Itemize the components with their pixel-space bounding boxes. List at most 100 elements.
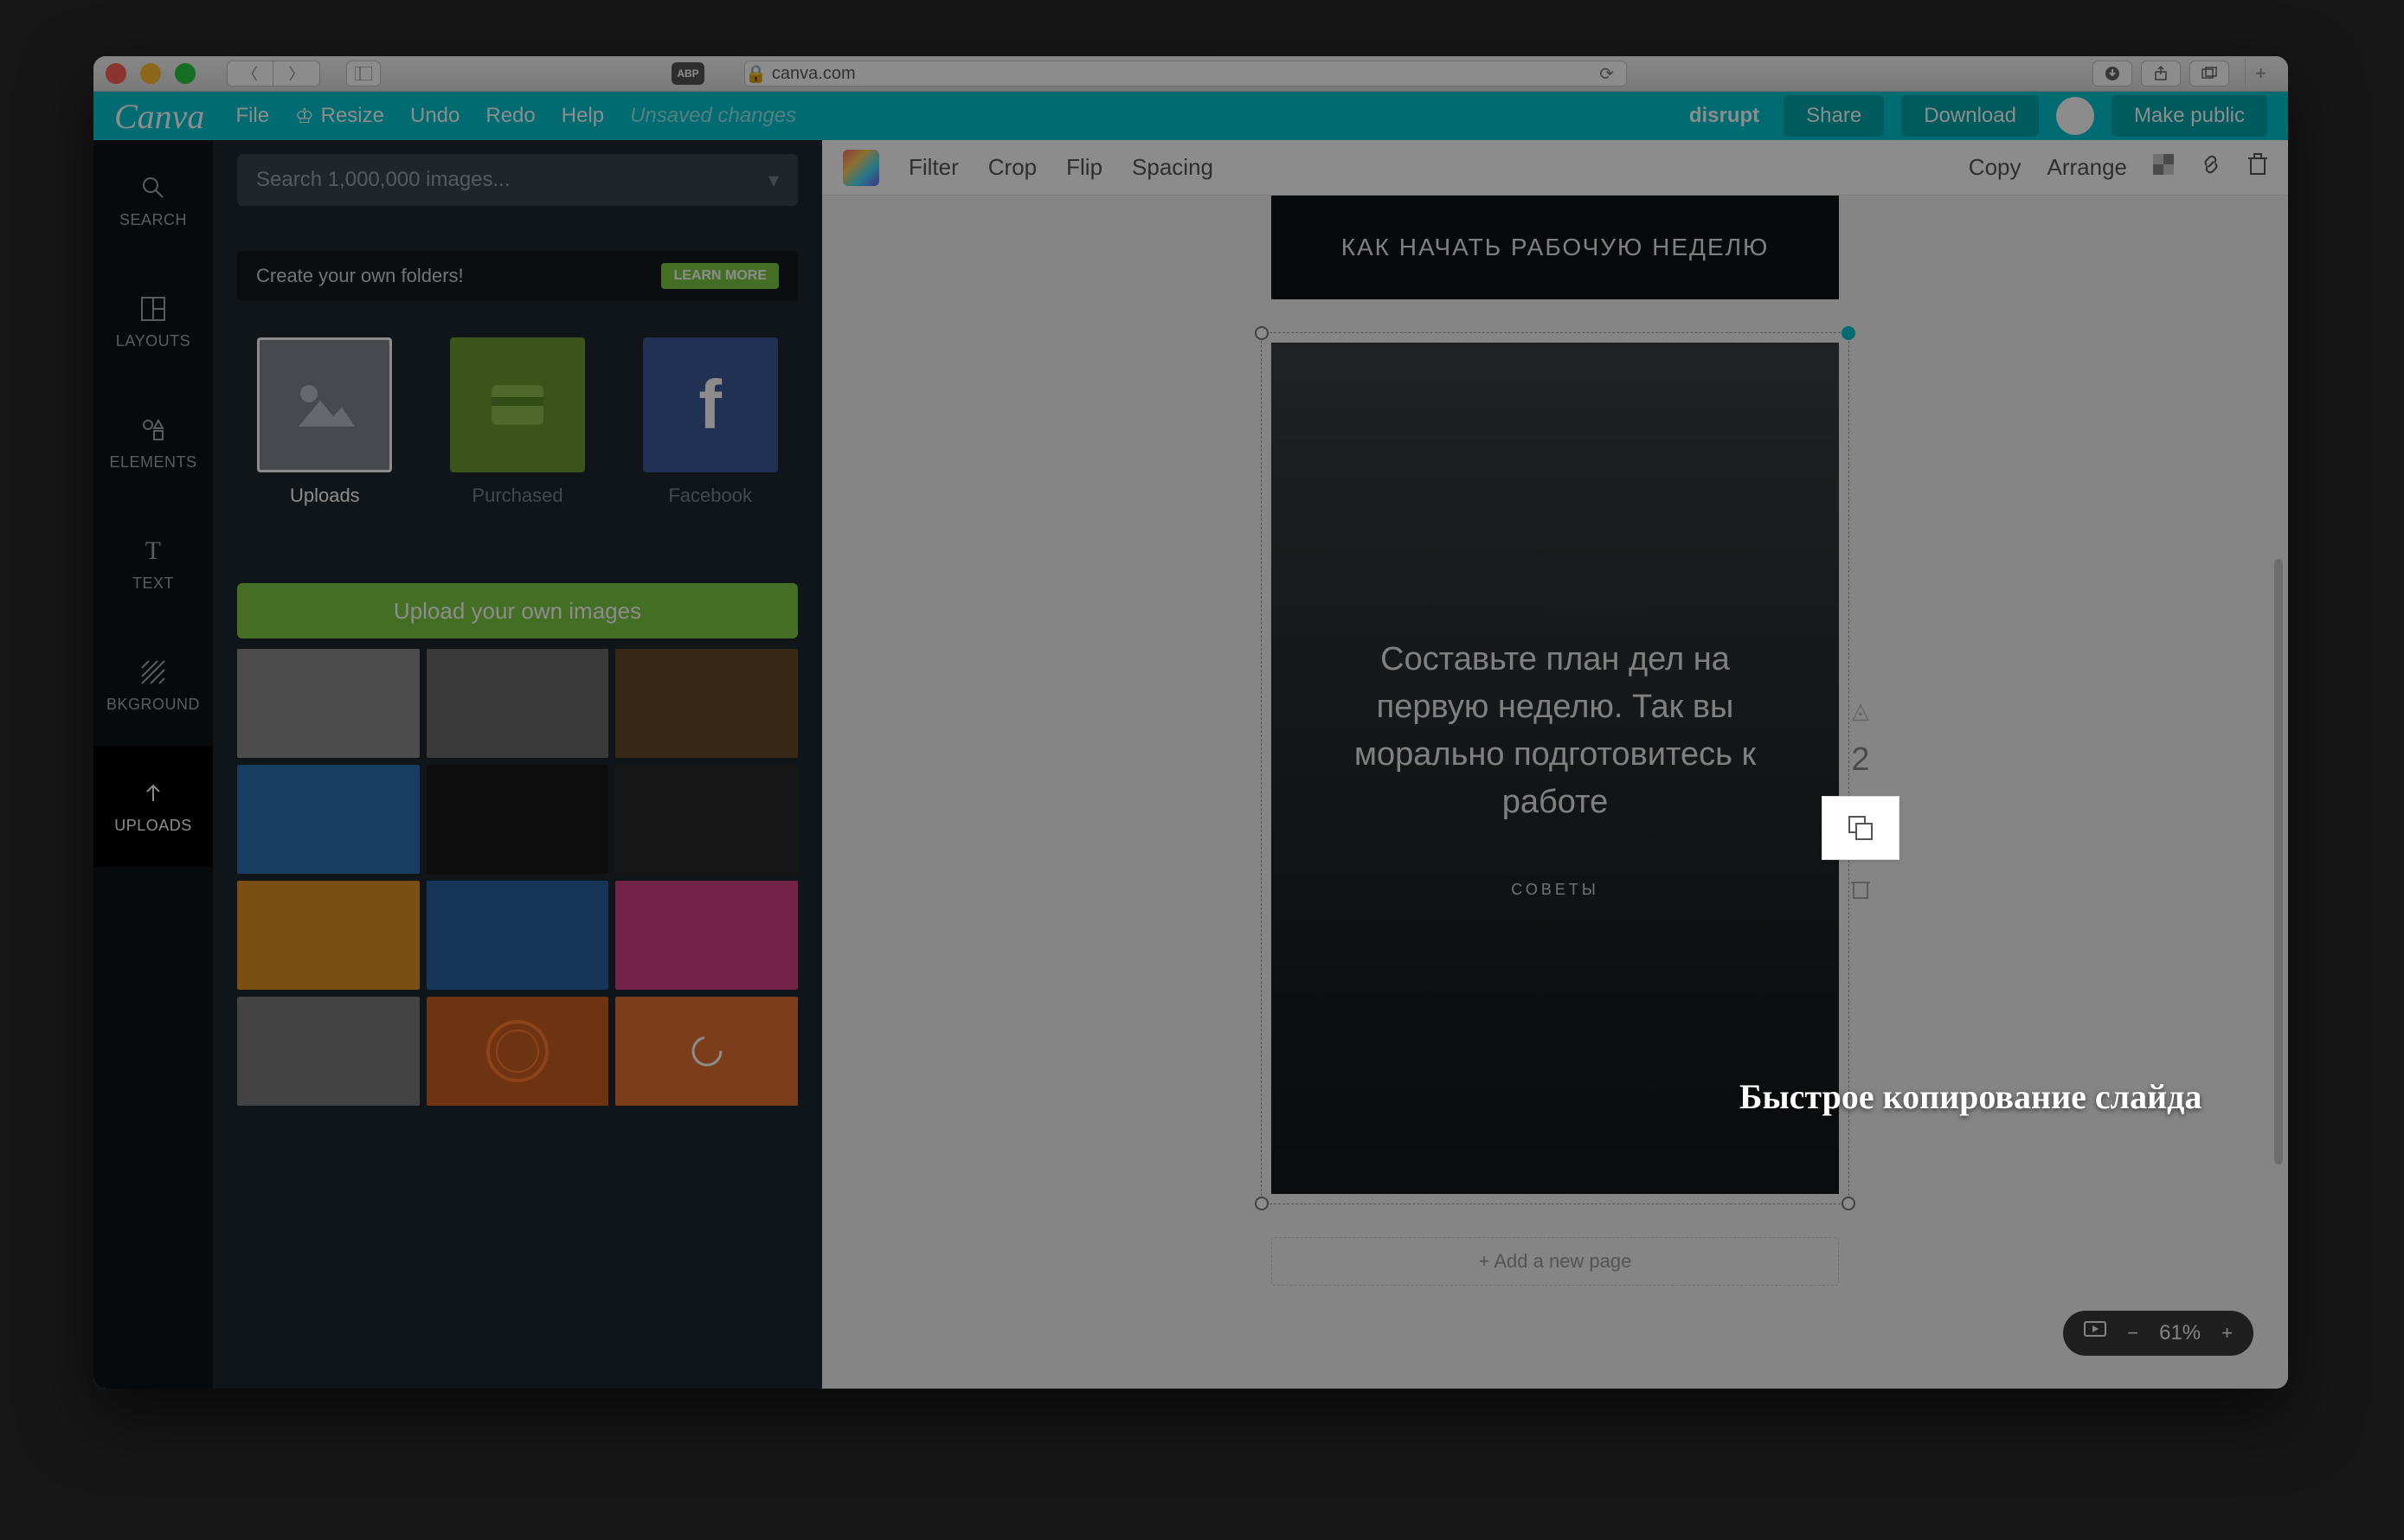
crop-button[interactable]: Crop <box>988 154 1037 181</box>
scrollbar[interactable] <box>2274 559 2283 1165</box>
delete-slide-button[interactable] <box>1851 877 1870 906</box>
resize-handle-bl[interactable] <box>1255 1197 1269 1210</box>
canvas-area[interactable]: КАК НАЧАТЬ РАБОЧУЮ НЕДЕЛЮ Составьте план… <box>822 196 2288 1389</box>
present-icon[interactable] <box>2084 1321 2106 1345</box>
upload-thumb[interactable] <box>237 881 420 990</box>
trash-icon[interactable] <box>2248 153 2267 182</box>
copy-button[interactable]: Copy <box>1969 154 2022 181</box>
rail-text-label: TEXT <box>132 574 174 593</box>
zoom-level: 61% <box>2159 1321 2201 1345</box>
add-page-button[interactable]: + Add a new page <box>1271 1237 1839 1286</box>
left-rail: SEARCH LAYOUTS ELEMENTS T TEXT <box>93 140 213 1389</box>
make-public-button[interactable]: Make public <box>2112 95 2267 137</box>
search-placeholder: Search 1,000,000 images... <box>256 168 511 192</box>
zoom-in-button[interactable]: + <box>2221 1322 2233 1344</box>
upload-thumb[interactable] <box>237 765 420 874</box>
rail-search[interactable]: SEARCH <box>93 140 213 261</box>
menu-undo[interactable]: Undo <box>410 104 460 128</box>
share-button-top[interactable]: Share <box>1784 95 1884 137</box>
upload-thumb[interactable] <box>427 881 609 990</box>
search-input[interactable]: Search 1,000,000 images... ▾ <box>237 154 798 206</box>
tab-purchased-label: Purchased <box>472 484 562 507</box>
forward-button[interactable]: 〉 <box>273 61 320 87</box>
url-text: canva.com <box>772 64 856 84</box>
transparency-icon[interactable] <box>2153 154 2174 181</box>
learn-more-button[interactable]: LEARN MORE <box>661 263 779 289</box>
tooltip-label: Быстрое копирование слайда <box>1739 1076 2202 1117</box>
new-tab-button[interactable]: + <box>2245 58 2276 89</box>
editor-area: Filter Crop Flip Spacing Copy Arrange <box>822 140 2288 1389</box>
upload-thumb[interactable] <box>615 997 798 1106</box>
tab-facebook[interactable]: f Facebook <box>622 337 798 507</box>
maximize-window-button[interactable] <box>175 63 196 84</box>
tab-uploads-label: Uploads <box>290 484 360 507</box>
menu-redo[interactable]: Redo <box>485 104 535 128</box>
upload-thumb[interactable] <box>237 649 420 758</box>
upload-source-tabs: Uploads Purchased f Facebook <box>237 337 798 507</box>
rail-search-label: SEARCH <box>119 211 187 229</box>
rail-elements[interactable]: ELEMENTS <box>93 382 213 504</box>
refresh-icon[interactable]: ⟳ <box>1599 63 1614 85</box>
search-icon <box>138 173 168 202</box>
layouts-icon <box>138 294 168 324</box>
menu-resize[interactable]: ♔ Resize <box>295 104 384 129</box>
close-window-button[interactable] <box>106 63 126 84</box>
upload-thumb[interactable] <box>427 765 609 874</box>
slide-1-preview[interactable]: КАК НАЧАТЬ РАБОЧУЮ НЕДЕЛЮ <box>1271 196 1839 299</box>
menu-file[interactable]: File <box>235 104 269 128</box>
upload-thumb[interactable] <box>615 765 798 874</box>
minimize-window-button[interactable] <box>140 63 161 84</box>
resize-handle-tl[interactable] <box>1255 326 1269 340</box>
brand-name: disrupt <box>1689 104 1759 128</box>
chevron-down-icon: ▾ <box>768 168 779 193</box>
upload-thumb[interactable] <box>615 881 798 990</box>
tab-purchased[interactable]: Purchased <box>430 337 606 507</box>
crown-icon: ♔ <box>295 104 314 129</box>
upload-thumb[interactable] <box>237 997 420 1106</box>
url-bar[interactable]: 🔒 canva.com ⟳ <box>744 61 1627 87</box>
arrange-button[interactable]: Arrange <box>2047 154 2128 181</box>
rail-background-label: BKGROUND <box>106 696 200 714</box>
side-panel: Search 1,000,000 images... ▾ Create your… <box>213 140 822 1389</box>
rail-uploads[interactable]: UPLOADS <box>93 746 213 867</box>
upload-thumb[interactable] <box>427 997 609 1106</box>
upload-thumb[interactable] <box>427 649 609 758</box>
upload-thumb[interactable] <box>615 649 798 758</box>
traffic-lights <box>106 63 196 84</box>
downloads-button[interactable] <box>2092 61 2132 87</box>
color-picker-button[interactable] <box>843 150 879 186</box>
tabs-button[interactable] <box>2189 61 2229 87</box>
link-icon[interactable] <box>2200 153 2222 182</box>
share-button[interactable] <box>2141 61 2181 87</box>
back-button[interactable]: 〈 <box>227 61 273 87</box>
zoom-out-button[interactable]: − <box>2127 1322 2138 1344</box>
download-button-top[interactable]: Download <box>1901 95 2039 137</box>
tab-uploads[interactable]: Uploads <box>237 337 413 507</box>
avatar[interactable] <box>2056 97 2094 135</box>
rail-elements-label: ELEMENTS <box>109 453 196 472</box>
abp-badge[interactable]: ABP <box>672 62 704 85</box>
rail-layouts[interactable]: LAYOUTS <box>93 261 213 382</box>
uploads-grid <box>237 649 798 1106</box>
selection-outline <box>1261 332 1849 1204</box>
flip-button[interactable]: Flip <box>1066 154 1102 181</box>
rail-uploads-label: UPLOADS <box>114 817 192 835</box>
editor-toolbar: Filter Crop Flip Spacing Copy Arrange <box>822 140 2288 196</box>
facebook-tile-icon: f <box>643 337 778 472</box>
sidebar-toggle-button[interactable] <box>346 61 381 87</box>
spacing-button[interactable]: Spacing <box>1132 154 1213 181</box>
canva-logo[interactable]: Canva <box>114 96 204 137</box>
upload-images-button[interactable]: Upload your own images <box>237 583 798 638</box>
resize-handle-br[interactable] <box>1842 1197 1855 1210</box>
filter-button[interactable]: Filter <box>909 154 959 181</box>
menu-help[interactable]: Help <box>562 104 604 128</box>
rotate-handle[interactable] <box>1842 326 1855 340</box>
selected-element[interactable]: Составьте план дел на первую неделю. Так… <box>1271 343 1839 1194</box>
rail-background[interactable]: BKGROUND <box>93 625 213 746</box>
uploads-tile-icon <box>257 337 392 472</box>
rail-text[interactable]: T TEXT <box>93 504 213 625</box>
slide-template-icon[interactable]: ◬ <box>1852 697 1869 724</box>
slide-side-controls: ◬ 2 <box>1822 697 1899 906</box>
duplicate-slide-button[interactable] <box>1822 796 1899 860</box>
tab-facebook-label: Facebook <box>668 484 752 507</box>
